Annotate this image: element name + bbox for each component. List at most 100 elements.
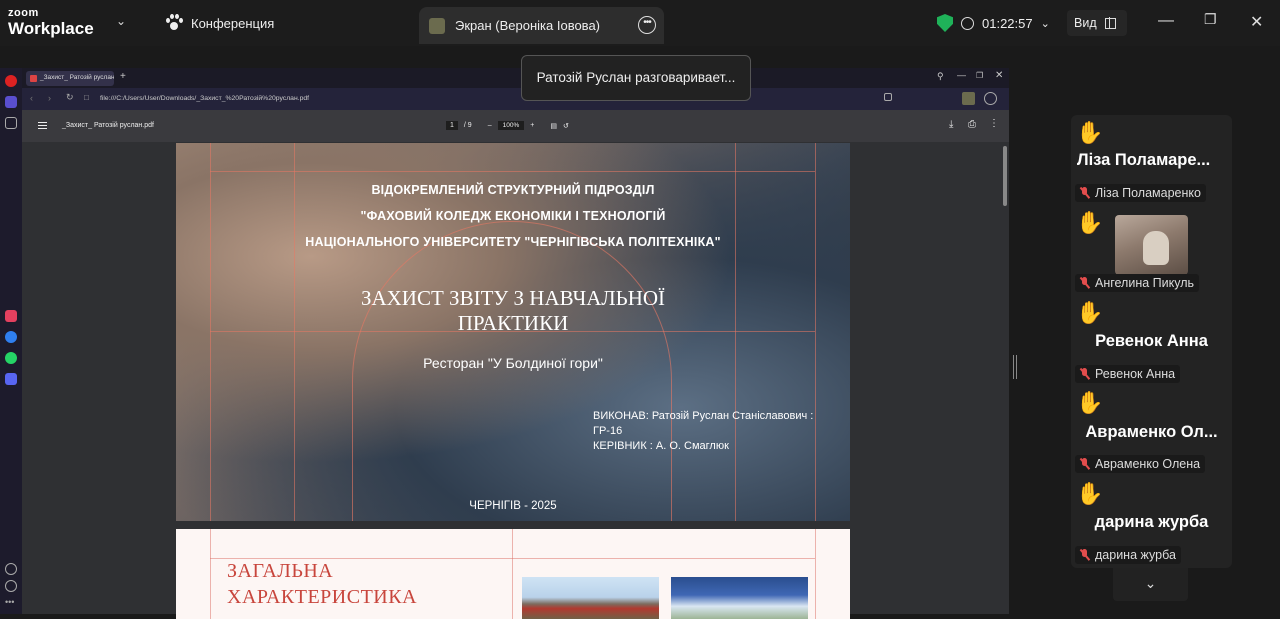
mic-muted-icon (1079, 187, 1090, 199)
raised-hand-icon: ✋ (1076, 300, 1104, 325)
minimize-icon[interactable]: — (1158, 12, 1174, 30)
clock-icon (961, 16, 974, 30)
participant-tile-name[interactable]: дарина журба (1071, 513, 1232, 532)
panel-resize-handle[interactable] (1013, 355, 1017, 379)
mic-muted-icon (1079, 549, 1090, 561)
close-icon[interactable]: ✕ (1250, 12, 1263, 32)
participant-tile-name[interactable]: Ліза Поламаре... (1071, 151, 1232, 170)
zoom-in-icon[interactable]: + (530, 122, 534, 129)
scrollbar[interactable] (1003, 146, 1007, 206)
participant-video[interactable] (1115, 215, 1188, 275)
new-tab-icon[interactable]: + (120, 71, 126, 82)
url-field[interactable]: file:///C:/Users/User/Downloads/_Захист_… (100, 95, 309, 102)
mic-muted-icon (1079, 368, 1090, 380)
messenger-icon[interactable] (5, 331, 17, 343)
slide-characteristics: ЗАГАЛЬНА ХАРАКТЕРИСТИКА (176, 529, 850, 619)
author-line-3: КЕРІВНИК : А. О. Смаглюк (593, 440, 729, 452)
page-input[interactable]: 1 (446, 121, 458, 130)
discord-icon[interactable] (5, 373, 17, 385)
shared-screen: ••• _Захист_ Ратозій руслан... + ⚲ — ❐ ✕… (0, 68, 1009, 619)
camera-icon[interactable] (884, 93, 892, 101)
brand-top: zoom (8, 7, 39, 19)
speaking-indicator: Ратозій Руслан разговаривает... (521, 55, 751, 101)
timer-text: 01:22:57 (982, 15, 1033, 31)
meeting-button[interactable]: Конференция (165, 14, 274, 32)
slide2-title: ЗАГАЛЬНА ХАРАКТЕРИСТИКА (227, 558, 417, 610)
back-icon[interactable]: ‹ (30, 93, 33, 103)
address-bar: ‹ › ↻ □ file:///C:/Users/User/Downloads/… (22, 88, 1009, 110)
decor-line (512, 529, 513, 619)
participant-tile-name[interactable]: Ревенок Анна (1071, 332, 1232, 351)
restore-icon[interactable]: ❐ (1204, 11, 1217, 28)
whatsapp-icon[interactable] (5, 352, 17, 364)
menu-icon[interactable] (38, 122, 47, 129)
city-year: ЧЕРНІГІВ - 2025 (469, 500, 557, 512)
slide-subtitle: Ресторан "У Болдиної гори" (423, 355, 603, 371)
pdf-toolbar: _Захист_ Ратозій руслан.pdf 1 / 9 – 100%… (22, 110, 1009, 142)
zoom-logo[interactable]: zoom Workplace (8, 7, 94, 38)
participant-tag: Ревенок Анна (1075, 365, 1181, 383)
app-icon[interactable] (5, 310, 17, 322)
meeting-timer[interactable]: 01:22:57 ⌄ (937, 10, 1050, 36)
reload-icon[interactable]: ↻ (66, 92, 74, 103)
event-photo (671, 577, 808, 619)
author-line-2: ГР-16 (593, 425, 623, 437)
history-icon[interactable] (5, 580, 17, 592)
participants-panel: ✋ Ліза Поламаре... Ліза Поламаренко ✋ Ан… (1071, 115, 1232, 568)
participant-name: Ліза Поламаренко (1095, 186, 1201, 200)
rotate-icon[interactable]: ↺ (563, 122, 569, 130)
participant-tile-name[interactable]: Авраменко Ол... (1071, 423, 1232, 442)
close-icon[interactable]: ✕ (995, 70, 1003, 81)
zoom-level-input[interactable]: 100% (497, 121, 525, 130)
opera-logo-icon[interactable] (5, 75, 17, 87)
view-button[interactable]: Вид (1067, 10, 1127, 36)
chevron-down-icon[interactable]: ⌄ (116, 14, 126, 28)
slide2-title-line-1: ЗАГАЛЬНА (227, 560, 334, 582)
title-line-1: ЗАХИСТ ЗВІТУ З НАВЧАЛЬНОЇ (360, 286, 666, 310)
participant-name: дарина журба (1095, 548, 1176, 562)
share-screen-tab[interactable]: Экран (Вероніка Іовова) ••• (419, 7, 664, 44)
minimize-icon[interactable]: — (957, 70, 966, 80)
print-icon[interactable]: ⎙ (968, 119, 976, 130)
decor-line (815, 529, 816, 619)
file-icon: □ (84, 93, 89, 102)
more-options-icon[interactable]: ••• (638, 16, 656, 34)
raised-hand-icon: ✋ (1076, 481, 1104, 506)
browser-tab[interactable]: _Захист_ Ратозій руслан... (26, 71, 114, 86)
raised-hand-icon: ✋ (1076, 210, 1104, 235)
gallery-view-icon (1104, 17, 1116, 29)
org-line-2: "ФАХОВИЙ КОЛЕДЖ ЕКОНОМІКИ І ТЕХНОЛОГІЙ (360, 209, 666, 223)
zoom-out-icon[interactable]: – (488, 122, 492, 129)
forward-icon[interactable]: › (48, 93, 51, 103)
chevron-down-icon: ⌄ (1040, 17, 1050, 30)
decor-line (210, 529, 211, 619)
download-icon[interactable]: ⤓ (949, 119, 953, 130)
search-icon[interactable]: ⚲ (937, 71, 944, 82)
participant-tag: дарина журба (1075, 546, 1181, 564)
restore-icon[interactable]: ❐ (976, 71, 983, 80)
paw-icon (165, 14, 183, 32)
more-icon[interactable]: ••• (5, 597, 17, 609)
org-line-1: ВІДОКРЕМЛЕНИЙ СТРУКТУРНИЙ ПІДРОЗДІЛ (371, 183, 655, 197)
restaurant-photo (522, 577, 659, 619)
zoom-top-bar: zoom Workplace ⌄ Конференция Экран (Веро… (0, 0, 1280, 46)
slide2-title-line-2: ХАРАКТЕРИСТИКА (227, 586, 418, 608)
mic-muted-icon (1079, 277, 1090, 289)
fit-page-icon[interactable]: ▤ (550, 122, 557, 130)
shield-check-icon (937, 14, 953, 32)
participant-name: Ангелина Пикуль (1095, 276, 1195, 290)
profile-avatar[interactable] (962, 92, 975, 105)
page-total: / 9 (463, 122, 472, 129)
slide-title: ЗАХИСТ ЗВІТУ З НАВЧАЛЬНОЇ ПРАКТИКИ (176, 286, 850, 336)
video-subject (1143, 231, 1169, 265)
heart-icon[interactable] (5, 563, 17, 575)
participant-name: Ревенок Анна (1095, 367, 1176, 381)
chevron-down-icon[interactable]: ⌄ (1113, 568, 1188, 601)
bookmark-icon[interactable] (5, 117, 17, 129)
home-icon[interactable] (5, 96, 17, 108)
page-navigation: 1 / 9 – 100% + ▤ ↺ (446, 121, 569, 130)
pdf-viewer[interactable]: ВІДОКРЕМЛЕНИЙ СТРУКТУРНИЙ ПІДРОЗДІЛ "ФАХ… (22, 142, 1009, 619)
view-label: Вид (1074, 16, 1097, 30)
settings-icon[interactable] (984, 92, 997, 105)
more-options-icon[interactable]: ⋮ (989, 118, 999, 129)
